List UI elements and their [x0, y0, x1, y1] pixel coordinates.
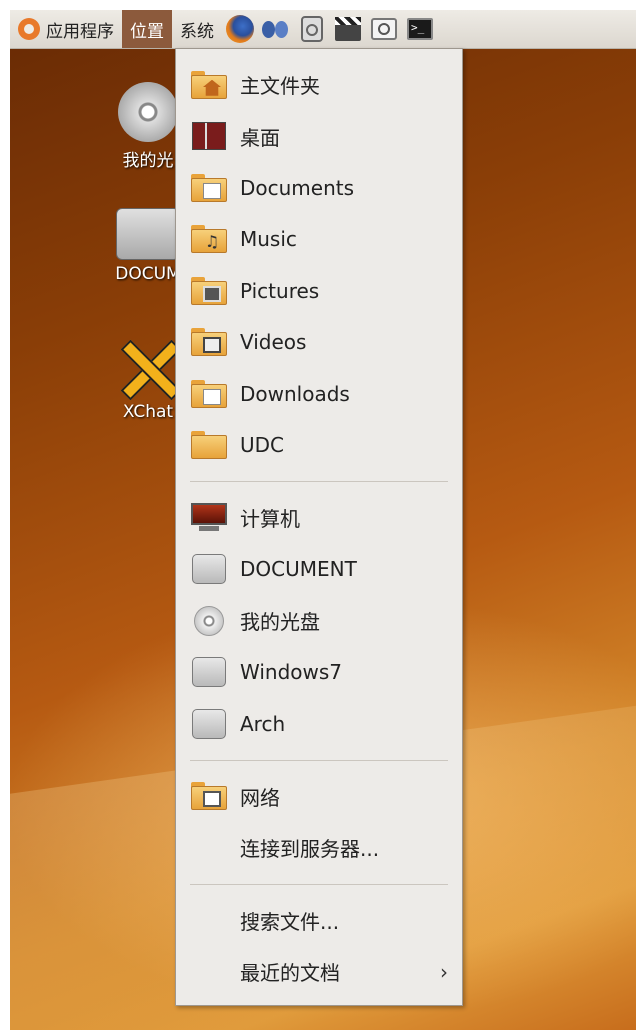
menu-item-label: Videos [240, 330, 307, 355]
menu-item-label: 主文件夹 [240, 74, 320, 99]
menu-item-label: Windows7 [240, 660, 343, 685]
documents-folder-icon [191, 173, 227, 202]
menu-item-label: 计算机 [240, 507, 300, 532]
camera-icon [371, 18, 397, 40]
hard-drive-icon [192, 554, 226, 585]
menu-item-pictures[interactable]: Pictures [176, 265, 462, 317]
downloads-folder-icon [191, 379, 227, 408]
hard-drive-icon [192, 657, 226, 688]
menu-item-recent-documents[interactable]: 最近的文档 › [176, 946, 462, 998]
videos-folder-icon [191, 328, 227, 357]
menu-item-network[interactable]: 网络 [176, 771, 462, 823]
menu-item-label: DOCUMENT [240, 557, 357, 582]
terminal-launcher[interactable]: >_ [405, 14, 435, 44]
top-panel: 应用程序 位置 系统 >_ [10, 10, 636, 49]
sound-launcher[interactable] [297, 14, 327, 44]
menu-item-home-folder[interactable]: 主文件夹 [176, 59, 462, 111]
clapperboard-icon [335, 17, 361, 41]
speaker-icon [301, 16, 323, 42]
menu-item-label: 网络 [240, 785, 280, 810]
menu-item-windows7[interactable]: Windows7 [176, 647, 462, 699]
menu-item-label: 最近的文档 [240, 961, 340, 986]
ubuntu-logo-icon [18, 18, 40, 40]
camera-launcher[interactable] [369, 14, 399, 44]
desktop-icon-label: XChat [122, 402, 174, 422]
menu-item-label: 我的光盘 [240, 610, 320, 635]
hard-drive-icon [192, 708, 226, 739]
chevron-right-icon: › [440, 959, 448, 984]
menu-separator [190, 481, 448, 482]
system-menu[interactable]: 系统 [172, 10, 222, 48]
menu-item-label: UDC [240, 433, 285, 458]
hard-drive-icon [116, 208, 180, 260]
folder-icon [191, 431, 227, 460]
desktop-icon-label: DOCUM [115, 264, 181, 284]
places-menu-button[interactable]: 位置 [122, 10, 172, 48]
music-folder-icon: ♫ [191, 225, 227, 254]
pidgin-icon [262, 18, 290, 40]
cd-icon [194, 605, 224, 636]
computer-icon [191, 502, 227, 533]
menu-item-connect-server[interactable]: 连接到服务器... [176, 822, 462, 874]
menu-item-label: Arch [240, 711, 286, 736]
menu-item-label: Music [240, 227, 297, 252]
menu-item-label: 搜索文件... [240, 909, 340, 934]
pidgin-launcher[interactable] [261, 14, 291, 44]
menu-item-label: Pictures [240, 278, 320, 303]
cd-icon [118, 82, 178, 142]
menu-item-document-drive[interactable]: DOCUMENT [176, 544, 462, 596]
movie-player-launcher[interactable] [333, 14, 363, 44]
xchat-icon [118, 338, 178, 398]
applications-menu-label: 应用程序 [46, 21, 114, 42]
places-menu: 主文件夹 桌面 Documents ♫ Music Pictures Video… [175, 48, 463, 1006]
menu-item-videos[interactable]: Videos [176, 317, 462, 369]
menu-item-downloads[interactable]: Downloads [176, 368, 462, 420]
system-menu-label: 系统 [180, 21, 214, 42]
menu-item-label: Downloads [240, 381, 350, 406]
menu-item-cd[interactable]: 我的光盘 [176, 595, 462, 647]
menu-item-search-files[interactable]: 搜索文件... [176, 895, 462, 947]
home-folder-icon [191, 70, 227, 99]
menu-item-label: 连接到服务器... [240, 837, 380, 862]
menu-item-music[interactable]: ♫ Music [176, 214, 462, 266]
menu-item-documents[interactable]: Documents [176, 162, 462, 214]
places-menu-label: 位置 [130, 21, 164, 42]
menu-separator [190, 883, 448, 885]
menu-item-arch[interactable]: Arch [176, 698, 462, 750]
desktop-icon [192, 122, 226, 151]
menu-item-desktop[interactable]: 桌面 [176, 111, 462, 163]
menu-item-computer[interactable]: 计算机 [176, 492, 462, 544]
network-folder-icon [191, 782, 227, 811]
pictures-folder-icon [191, 276, 227, 305]
terminal-icon: >_ [407, 18, 433, 40]
menu-item-udc[interactable]: UDC [176, 420, 462, 472]
menu-separator [190, 759, 448, 761]
menu-item-label: Documents [240, 175, 355, 200]
applications-menu[interactable]: 应用程序 [10, 10, 122, 48]
menu-item-label: 桌面 [240, 125, 280, 150]
firefox-launcher[interactable] [225, 14, 255, 44]
desktop-icon-label: 我的光 [122, 151, 174, 171]
firefox-icon [226, 15, 254, 43]
